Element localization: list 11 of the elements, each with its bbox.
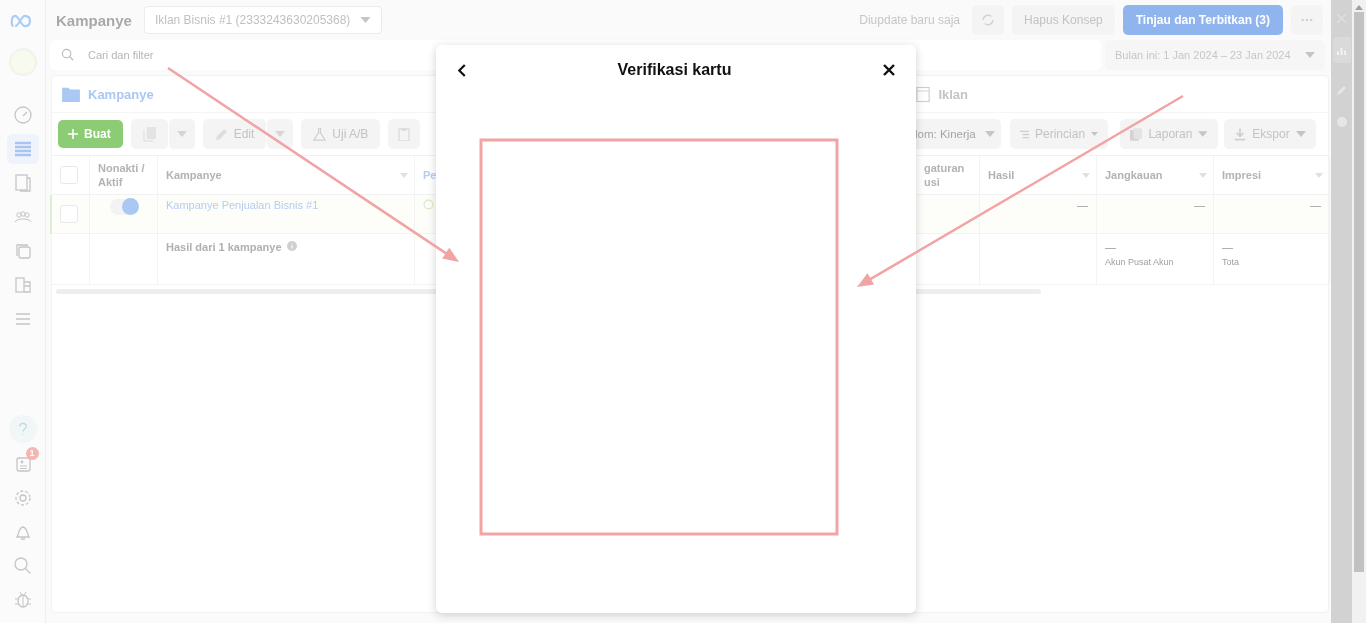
table-cell-note: Akun Pusat Akun bbox=[1105, 257, 1174, 267]
table-cell-note: Tota bbox=[1222, 257, 1239, 267]
table-cell: — bbox=[1194, 199, 1205, 211]
page-title: Kampanye bbox=[56, 11, 132, 29]
table-cell: — bbox=[1310, 199, 1321, 211]
dialog-title: Verifikasi kartu bbox=[617, 61, 732, 79]
table-cell: — bbox=[1077, 199, 1088, 211]
table-cell: — bbox=[1222, 241, 1233, 253]
table-cell: — bbox=[1105, 241, 1116, 253]
notification-badge: 1 bbox=[25, 447, 39, 460]
summary-label: Hasil dari 1 kampanye bbox=[166, 241, 282, 253]
